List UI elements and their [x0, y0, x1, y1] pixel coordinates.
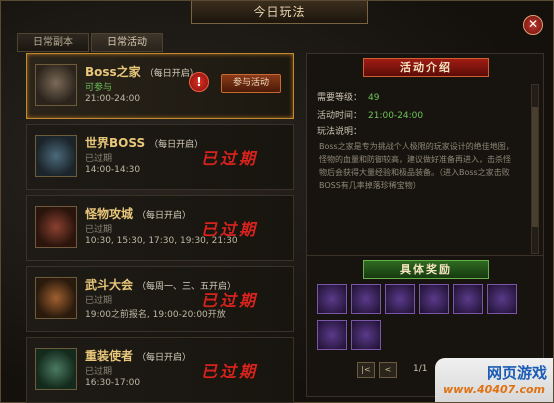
- tab-daily-dungeon[interactable]: 日常副本: [17, 33, 89, 52]
- world-boss-icon: [35, 135, 77, 177]
- activity-status: 已过期: [85, 225, 113, 235]
- prev-page-button[interactable]: <: [379, 362, 397, 378]
- activity-status: 已过期: [85, 367, 113, 377]
- activity-schedule: （每日开启）: [149, 140, 204, 150]
- activity-name: Boss之家: [85, 65, 141, 79]
- scrollbar-thumb[interactable]: [532, 107, 538, 227]
- page-indicator: 1/1: [413, 364, 428, 374]
- tab-bar: 日常副本 日常活动: [17, 33, 165, 52]
- level-label: 需要等级：: [317, 93, 363, 103]
- list-item-heavy-envoy[interactable]: 重装使者 （每日开启） 已过期 16:30-17:00 已过期: [26, 337, 294, 403]
- list-item-monster-siege[interactable]: 怪物攻城 （每日开启） 已过期 10:30, 15:30, 17:30, 19:3…: [26, 195, 294, 261]
- rewards-banner: 具体奖励: [363, 260, 489, 279]
- description-scrollbar[interactable]: [531, 84, 539, 254]
- desc-label: 玩法说明：: [317, 127, 363, 137]
- level-value: 49: [368, 93, 380, 103]
- expired-stamp: 已过期: [200, 291, 258, 310]
- reward-item-icon[interactable]: [487, 284, 517, 314]
- window-title: 今日玩法: [191, 1, 368, 24]
- heavy-envoy-icon: [35, 348, 77, 390]
- intro-banner: 活动介绍: [363, 58, 489, 77]
- expired-stamp: 已过期: [200, 220, 258, 239]
- activity-time: 14:00-14:30: [85, 165, 141, 175]
- activity-name: 怪物攻城: [85, 207, 134, 221]
- time-value: 21:00-24:00: [368, 111, 424, 121]
- reward-item-icon[interactable]: [385, 284, 415, 314]
- activity-status: 可参与: [85, 83, 113, 93]
- watermark-title: 网页游戏: [486, 364, 547, 382]
- expired-stamp: 已过期: [200, 149, 258, 168]
- activity-name: 世界BOSS: [85, 136, 146, 150]
- first-page-button[interactable]: |<: [357, 362, 375, 378]
- activity-status: 已过期: [85, 296, 113, 306]
- activity-description: Boss之家是专为挑战个人极限的玩家设计的绝佳地图，怪物的血量和防御较高，建议做…: [319, 142, 514, 190]
- alert-icon: !: [189, 72, 209, 92]
- reward-item-icon[interactable]: [419, 284, 449, 314]
- activity-status: 已过期: [85, 154, 113, 164]
- reward-item-icon[interactable]: [351, 284, 381, 314]
- reward-item-icon[interactable]: [317, 320, 347, 350]
- activity-schedule: （每日开启）: [137, 353, 192, 363]
- expired-stamp: 已过期: [200, 362, 258, 381]
- site-watermark: 网页游戏 www.40407.com: [435, 358, 553, 402]
- martial-tournament-icon: [35, 277, 77, 319]
- activity-name: 武斗大会: [85, 278, 134, 292]
- join-activity-button[interactable]: 参与活动: [221, 74, 281, 93]
- list-item-martial-tournament[interactable]: 武斗大会 （每周一、三、五开启） 已过期 19:00之前报名, 19:00-20:…: [26, 266, 294, 332]
- activity-time: 21:00-24:00: [85, 94, 141, 104]
- activity-name: 重装使者: [85, 349, 134, 363]
- monster-siege-icon: [35, 206, 77, 248]
- activity-list: Boss之家 （每日开启） 可参与 21:00-24:00 ! 参与活动 世界BO…: [26, 53, 294, 403]
- activity-schedule: （每日开启）: [137, 211, 192, 221]
- list-item-world-boss[interactable]: 世界BOSS （每日开启） 已过期 14:00-14:30 已过期: [26, 124, 294, 190]
- activity-window: 今日玩法 ✕ 日常副本 日常活动 Boss之家 （每日开启） 可参与 21:00-…: [0, 0, 554, 403]
- reward-item-icon[interactable]: [453, 284, 483, 314]
- boss-avatar-icon: [35, 64, 77, 106]
- activity-intro-panel: 活动介绍 需要等级： 49 活动时间： 21:00-24:00 玩法说明： Boss…: [306, 53, 544, 257]
- time-label: 活动时间：: [317, 111, 363, 121]
- reward-item-icon[interactable]: [317, 284, 347, 314]
- close-icon[interactable]: ✕: [523, 15, 543, 35]
- watermark-url: www.40407.com: [443, 383, 545, 396]
- activity-time: 16:30-17:00: [85, 378, 141, 388]
- reward-item-icon[interactable]: [351, 320, 381, 350]
- tab-daily-activity[interactable]: 日常活动: [91, 33, 163, 52]
- list-item-boss-home[interactable]: Boss之家 （每日开启） 可参与 21:00-24:00 ! 参与活动: [26, 53, 294, 119]
